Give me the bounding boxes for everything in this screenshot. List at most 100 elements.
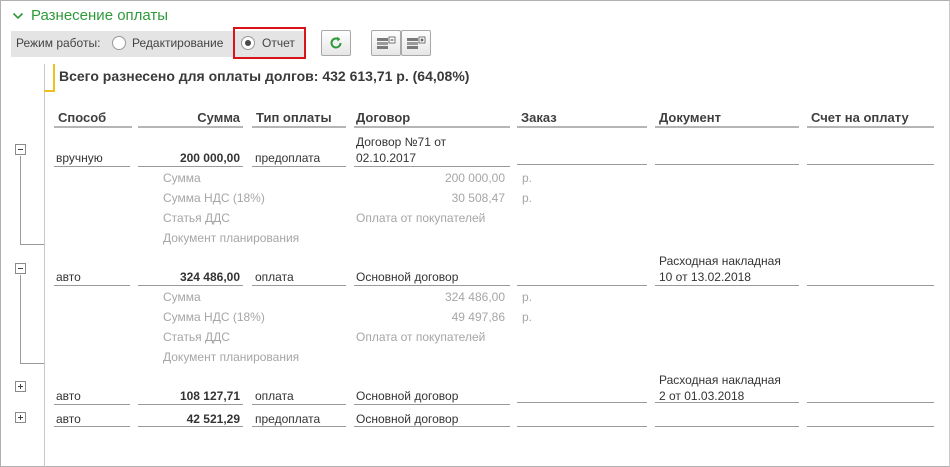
row-3-amount[interactable]: 108 127,71	[138, 389, 240, 403]
row-1-collapse-button[interactable]	[15, 144, 26, 155]
col-invoice: Счет на оплату	[811, 110, 909, 125]
row-2-document-line1[interactable]: Расходная накладная	[659, 254, 781, 268]
row-3-contract[interactable]: Основной договор	[356, 389, 458, 403]
row-4-contract[interactable]: Основной договор	[356, 412, 458, 426]
row-3-underline	[354, 404, 510, 405]
tree-line	[20, 244, 44, 245]
row-3-type[interactable]: оплата	[255, 389, 294, 403]
row-1-contract-line1[interactable]: Договор №71 от	[356, 135, 446, 149]
row-2-detail-plan-label: Документ планирования	[163, 350, 300, 364]
row-2-detail-dds-value: Оплата от покупателей	[356, 330, 486, 344]
expand-all-icon	[407, 36, 426, 49]
row-1-underline	[252, 166, 346, 167]
header-underline	[655, 126, 799, 128]
row-3-expand-button[interactable]	[15, 381, 26, 392]
row-2-detail-dds-label: Статья ДДС	[163, 330, 230, 344]
row-2-underline	[54, 285, 130, 286]
row-2-underline	[807, 285, 934, 286]
row-2-underline	[252, 285, 346, 286]
row-2-type[interactable]: оплата	[255, 270, 294, 284]
row-1-detail-dds-label: Статья ДДС	[163, 211, 230, 225]
row-4-underline	[54, 426, 130, 427]
row-1-underline	[354, 166, 510, 167]
row-3-method[interactable]: авто	[56, 389, 81, 403]
row-2-detail-sum-value: 324 486,00	[444, 290, 505, 304]
row-2-detail-vat-label: Сумма НДС (18%)	[163, 310, 265, 324]
radio-edit[interactable]	[112, 36, 126, 50]
row-2-detail-vat-value: 49 497,86	[451, 310, 505, 324]
collapse-all-icon	[377, 36, 396, 49]
row-2-contract[interactable]: Основной договор	[356, 270, 458, 284]
row-4-underline	[517, 426, 647, 427]
refresh-icon	[330, 36, 342, 49]
row-4-method[interactable]: авто	[56, 412, 81, 426]
row-3-underline	[517, 402, 647, 403]
row-2-amount[interactable]: 324 486,00	[138, 270, 240, 284]
expand-all-button[interactable]	[401, 30, 431, 56]
row-1-underline	[807, 164, 934, 165]
col-type: Тип оплаты	[256, 110, 332, 125]
row-3-underline	[138, 404, 243, 405]
report-left-border	[44, 64, 45, 467]
collapse-all-button[interactable]	[371, 30, 401, 56]
tree-line	[20, 156, 21, 244]
row-1-underline	[138, 166, 243, 167]
row-1-type[interactable]: предоплата	[255, 151, 320, 165]
row-1-detail-vat-value: 30 508,47	[451, 191, 505, 205]
row-2-underline	[517, 285, 647, 286]
row-3-underline	[252, 404, 346, 405]
header-underline	[252, 126, 346, 128]
radio-edit-label[interactable]: Редактирование	[132, 36, 223, 50]
header-underline	[354, 126, 510, 128]
row-2-document-line2[interactable]: 10 от 13.02.2018	[659, 270, 751, 284]
row-2-method[interactable]: авто	[56, 270, 81, 284]
row-1-underline	[54, 166, 130, 167]
row-2-detail-sum-label: Сумма	[163, 290, 201, 304]
section-header[interactable]: Разнесение оплаты	[12, 7, 168, 24]
row-2-underline	[354, 285, 510, 286]
summary-marker	[44, 64, 55, 92]
col-method: Способ	[58, 110, 107, 125]
row-4-underline	[354, 426, 510, 427]
refresh-button[interactable]	[321, 30, 351, 56]
row-4-underline	[655, 426, 799, 427]
header-underline	[807, 126, 934, 128]
tree-line	[20, 363, 44, 364]
row-2-collapse-button[interactable]	[15, 263, 26, 274]
chevron-down-icon	[12, 12, 24, 19]
col-order: Заказ	[521, 110, 557, 125]
row-4-type[interactable]: предоплата	[255, 412, 320, 426]
header-underline	[517, 126, 647, 128]
row-3-document-line1[interactable]: Расходная накладная	[659, 373, 781, 387]
row-4-underline	[807, 426, 934, 427]
highlight-box	[233, 27, 306, 59]
row-1-amount[interactable]: 200 000,00	[138, 151, 240, 165]
row-1-detail-sum-value: 200 000,00	[444, 171, 505, 185]
row-3-underline	[807, 402, 934, 403]
row-1-method[interactable]: вручную	[56, 151, 103, 165]
row-3-underline	[54, 404, 130, 405]
col-contract: Договор	[356, 110, 411, 125]
row-1-detail-vat-label: Сумма НДС (18%)	[163, 191, 265, 205]
row-1-underline	[655, 164, 799, 165]
row-2-underline	[138, 285, 243, 286]
row-1-detail-dds-value: Оплата от покупателей	[356, 211, 486, 225]
row-3-document-line2[interactable]: 2 от 01.03.2018	[659, 389, 744, 403]
mode-label: Режим работы:	[16, 36, 101, 50]
row-1-detail-sum-label: Сумма	[163, 171, 201, 185]
row-1-contract-line2[interactable]: 02.10.2017	[356, 151, 416, 165]
row-4-amount[interactable]: 42 521,29	[138, 412, 240, 426]
tree-line	[20, 275, 21, 363]
row-1-detail-vat-unit: р.	[522, 191, 533, 205]
header-underline	[138, 126, 243, 128]
row-4-underline	[252, 426, 346, 427]
row-2-underline	[655, 285, 799, 286]
header-underline	[54, 126, 132, 128]
row-1-detail-plan-label: Документ планирования	[163, 231, 300, 245]
row-2-detail-vat-unit: р.	[522, 310, 533, 324]
row-4-underline	[138, 426, 243, 427]
row-4-expand-button[interactable]	[15, 412, 26, 423]
summary-total: Всего разнесено для оплаты долгов: 432 6…	[59, 68, 470, 84]
row-1-underline	[517, 164, 647, 165]
col-document: Документ	[659, 110, 721, 125]
